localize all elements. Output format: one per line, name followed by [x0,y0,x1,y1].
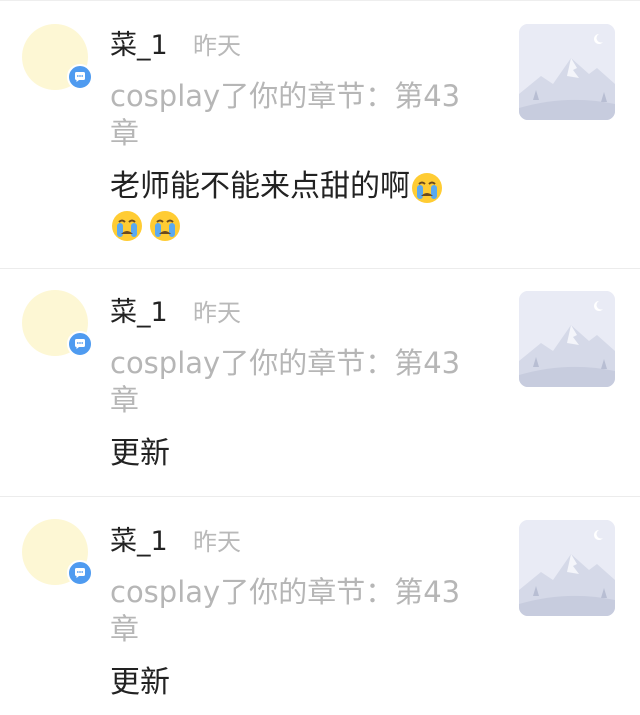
chapter-thumbnail[interactable] [519,291,615,387]
comment-badge-icon [67,331,93,357]
message-content: 更新 [110,436,170,471]
top-divider [0,0,640,1]
username[interactable]: 菜_1 [110,30,168,62]
comment-badge-icon [67,64,93,90]
timestamp: 昨天 [193,299,241,327]
crying-face-icon [110,209,144,243]
divider [0,496,640,497]
action-text: cosplay了你的章节：第43章 [110,346,461,417]
comment-badge-icon [67,560,93,586]
divider [0,268,640,269]
message-text: 老师能不能来点甜的啊 [110,169,410,204]
message-content: 老师能不能来点甜的啊 [110,168,490,244]
timestamp: 昨天 [193,528,241,556]
crying-face-icon [148,209,182,243]
chapter-thumbnail[interactable] [519,520,615,616]
message-content: 更新 [110,665,170,700]
timestamp: 昨天 [193,32,241,60]
username[interactable]: 菜_1 [110,297,168,329]
username[interactable]: 菜_1 [110,526,168,558]
action-text: cosplay了你的章节：第43章 [110,79,461,150]
crying-face-icon [410,171,444,205]
action-text: cosplay了你的章节：第43章 [110,575,461,646]
chapter-thumbnail[interactable] [519,24,615,120]
